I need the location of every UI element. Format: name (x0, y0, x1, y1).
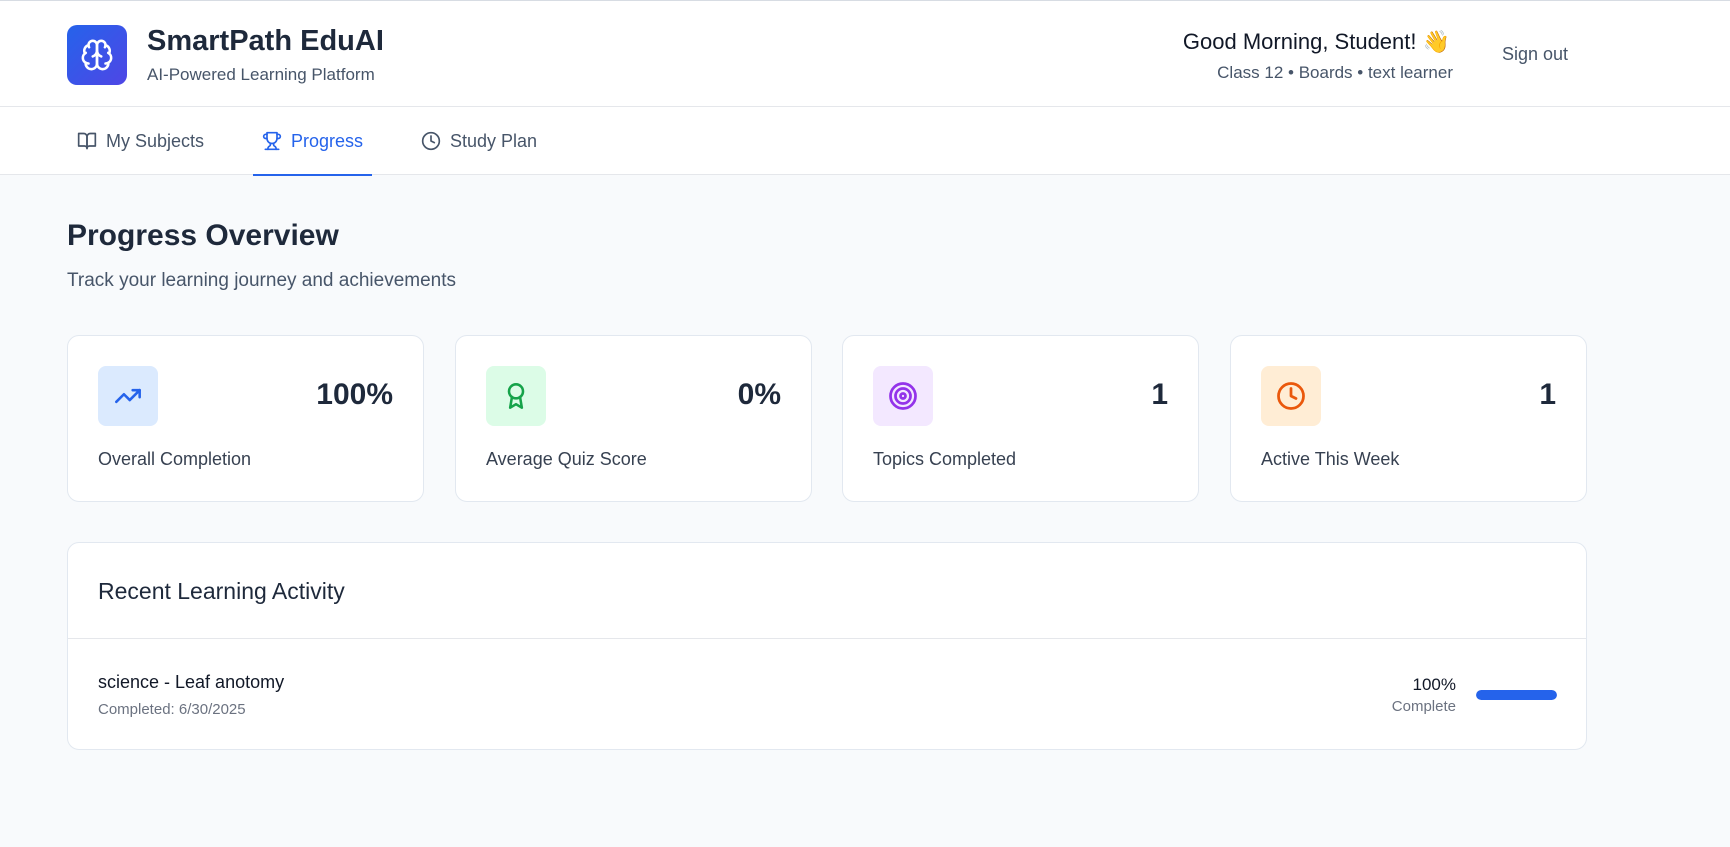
stat-value: 0% (737, 378, 781, 411)
stat-card-overall-completion: 100% Overall Completion (67, 335, 424, 502)
page-title: Progress Overview (67, 219, 339, 252)
stat-value: 1 (1539, 378, 1556, 411)
app-subtitle: AI-Powered Learning Platform (147, 65, 375, 84)
activity-status: Complete (1391, 698, 1456, 715)
greeting-text: Good Morning, Student! 👋 (1182, 29, 1450, 54)
target-icon (873, 366, 933, 426)
activity-title: science - Leaf anotomy (98, 672, 285, 692)
page-subtitle: Track your learning journey and achievem… (67, 270, 456, 291)
trophy-icon (262, 131, 282, 151)
app-header: SmartPath EduAI AI-Powered Learning Plat… (0, 0, 1730, 107)
stat-card-topics-completed: 1 Topics Completed (842, 335, 1199, 502)
tab-label: My Subjects (106, 130, 205, 151)
tab-my-subjects[interactable]: My Subjects (77, 107, 204, 175)
activity-progress-bar (1476, 690, 1557, 700)
main-tabs: My Subjects Progress Study Plan (0, 107, 1730, 176)
panel-header: Recent Learning Activity (68, 543, 1586, 639)
award-icon (486, 366, 546, 426)
stat-label: Average Quiz Score (486, 449, 647, 469)
stat-value: 1 (1151, 378, 1168, 411)
brain-icon (67, 25, 127, 85)
clock-icon (421, 131, 441, 151)
tab-study-plan[interactable]: Study Plan (421, 107, 537, 175)
app-title: SmartPath EduAI (147, 25, 384, 57)
stat-label: Overall Completion (98, 449, 252, 469)
stat-card-active-this-week: 1 Active This Week (1230, 335, 1587, 502)
book-open-icon (77, 132, 97, 150)
stat-card-average-quiz-score: 0% Average Quiz Score (455, 335, 812, 502)
activity-date: Completed: 6/30/2025 (98, 701, 246, 718)
recent-activity-panel: Recent Learning Activity (67, 542, 1587, 750)
student-profile-info: Class 12 • Boards • text learner (1217, 63, 1453, 82)
sign-out-button[interactable]: Sign out (1502, 44, 1568, 65)
tab-progress[interactable]: Progress (252, 107, 373, 176)
stat-label: Topics Completed (873, 449, 1017, 469)
stat-label: Active This Week (1261, 449, 1400, 469)
tab-label: Study Plan (450, 130, 538, 151)
activity-percent: 100% (1412, 675, 1456, 694)
panel-title: Recent Learning Activity (98, 578, 345, 604)
tab-label: Progress (291, 130, 364, 151)
trending-up-icon (98, 366, 158, 426)
clock-icon (1261, 366, 1321, 426)
progress-bar-fill (1476, 690, 1557, 700)
stat-value: 100% (316, 378, 393, 411)
